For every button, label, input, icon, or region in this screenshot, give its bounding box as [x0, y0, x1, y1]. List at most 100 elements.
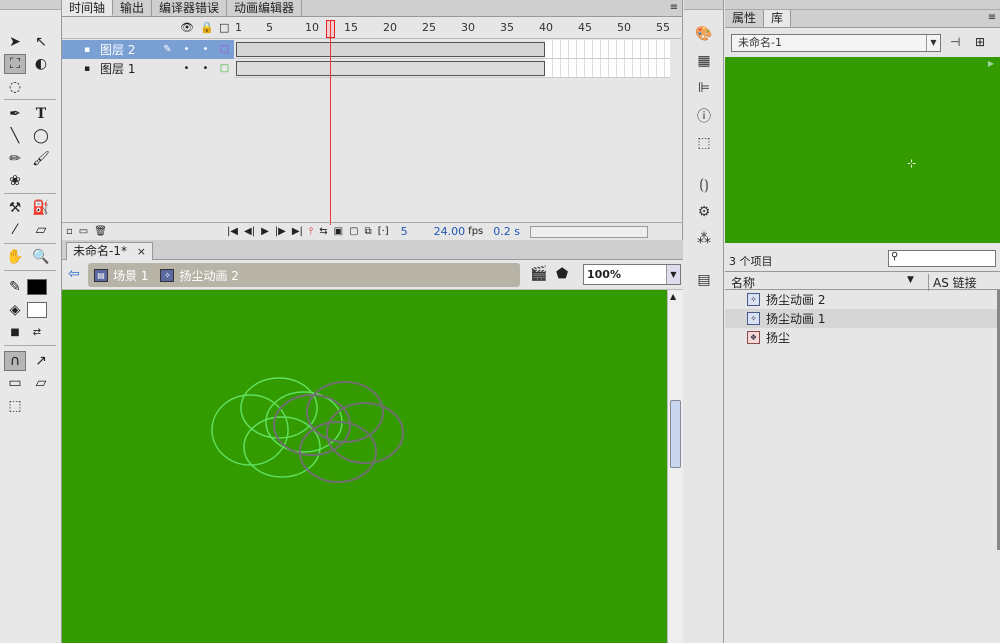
new-library-panel-icon[interactable]: ⊞ — [975, 35, 985, 49]
rotate-skew-icon[interactable]: ▱ — [30, 373, 52, 393]
edit-multiple-icon[interactable]: ⧉ — [365, 226, 372, 237]
actions-panel-icon[interactable]: ⟮⟯ — [694, 175, 714, 195]
panel-menu-icon[interactable]: ≡ — [666, 0, 682, 16]
tab-output[interactable]: 输出 — [113, 0, 153, 16]
fill-color-icon[interactable]: ◈ — [4, 300, 26, 320]
lock-toggle[interactable]: • — [196, 44, 215, 55]
bone-tool-icon[interactable]: ⚒ — [4, 198, 26, 218]
tab-compiler-errors[interactable]: 编译器错误 — [152, 0, 228, 16]
outline-toggle[interactable]: □ — [215, 44, 234, 55]
tab-properties[interactable]: 属性 — [725, 10, 765, 27]
lasso-tool-icon[interactable]: ◌ — [4, 77, 26, 97]
tab-library[interactable]: 库 — [764, 10, 792, 27]
panel-menu-icon[interactable]: ≡ — [984, 10, 1000, 27]
edit-scene-icon[interactable]: 🎬 — [530, 266, 547, 282]
preview-play-icon[interactable]: ▶ — [988, 59, 994, 68]
library-search-input[interactable]: ⚲ — [888, 250, 996, 267]
onion-skin-icon[interactable]: ▣ — [334, 226, 343, 237]
stage-canvas[interactable] — [62, 290, 667, 643]
layer-row[interactable]: ▪ 图层 2 ✎ • • □ — [62, 40, 234, 59]
stage-artwork[interactable] — [62, 290, 667, 643]
smooth-icon[interactable]: ↗ — [30, 351, 52, 371]
deco-tool-icon[interactable]: ❀ — [4, 171, 26, 191]
new-folder-icon[interactable]: ▭ — [79, 226, 88, 237]
first-frame-icon[interactable]: |◀ — [227, 226, 238, 237]
zoom-select[interactable]: 100% ▼ — [583, 264, 681, 285]
stage-vscroll[interactable]: ▲ — [667, 290, 683, 643]
document-tab[interactable]: 未命名-1* × — [66, 242, 154, 260]
list-item[interactable]: ✧ 扬尘动画 2 — [725, 290, 1000, 309]
next-frame-icon[interactable]: |▶ — [275, 226, 286, 237]
timeline-hscroll[interactable] — [529, 225, 648, 238]
tab-timeline[interactable]: 时间轴 — [62, 0, 114, 16]
center-frame-icon[interactable]: ⫯ — [309, 226, 313, 237]
eyedropper-tool-icon[interactable]: ⁄ — [4, 220, 26, 240]
edit-symbols-icon[interactable]: ⬟ — [556, 266, 568, 282]
layer-name[interactable]: 图层 1 — [100, 60, 158, 77]
empty-frames[interactable] — [545, 59, 670, 77]
hand-tool-icon[interactable]: ✋ — [4, 247, 26, 267]
info-panel-icon[interactable]: ⓘ — [694, 106, 714, 126]
back-arrow-icon[interactable]: ⇦ — [68, 266, 80, 282]
library-panel-icon[interactable]: ▤ — [694, 270, 714, 290]
pin-library-icon[interactable]: ⊣ — [950, 35, 960, 49]
panel-grip[interactable] — [725, 0, 1000, 10]
panel-grip[interactable] — [684, 0, 723, 10]
onion-outlines-icon[interactable]: ▢ — [349, 226, 358, 237]
visibility-toggle[interactable]: • — [177, 63, 196, 74]
empty-frames[interactable] — [545, 40, 670, 58]
play-icon[interactable]: ▶ — [261, 226, 269, 237]
list-item[interactable]: ✧ 扬尘动画 1 — [725, 309, 1000, 328]
default-colors-icon[interactable]: ■ — [4, 322, 26, 342]
brush-tool-icon[interactable]: 🖌 — [30, 149, 52, 169]
eraser-tool-icon[interactable]: ▱ — [30, 220, 52, 240]
zoom-tool-icon[interactable]: 🔍 — [30, 247, 52, 267]
frame-span[interactable] — [236, 42, 545, 57]
oval-tool-icon[interactable]: ◯ — [30, 126, 52, 146]
panel-grip[interactable] — [0, 0, 61, 10]
breadcrumb-symbol[interactable]: 扬尘动画 2 — [179, 267, 238, 284]
lock-icon[interactable]: 🔒 — [200, 21, 214, 34]
column-linkage[interactable]: AS 链接 — [928, 274, 977, 291]
motion-presets-icon[interactable]: ⁂ — [694, 229, 714, 249]
prev-frame-icon[interactable]: ◀| — [244, 226, 255, 237]
scroll-thumb[interactable] — [670, 400, 681, 468]
visibility-toggle[interactable]: • — [177, 44, 196, 55]
outline-toggle[interactable]: □ — [215, 63, 234, 74]
loop-icon[interactable]: ⇆ — [319, 226, 327, 237]
transform-panel-icon[interactable]: ⬚ — [694, 133, 714, 153]
sort-arrow-icon[interactable]: ▼ — [907, 275, 914, 285]
scale-icon[interactable]: ⬚ — [4, 396, 26, 416]
last-frame-icon[interactable]: ▶| — [292, 226, 303, 237]
column-name[interactable]: 名称 — [731, 274, 755, 291]
color-panel-icon[interactable]: 🎨 — [694, 24, 714, 44]
selection-tool-icon[interactable]: ➤ — [4, 32, 26, 52]
breadcrumb-scene[interactable]: 场景 1 — [113, 267, 148, 284]
chevron-down-icon[interactable]: ▼ — [666, 265, 680, 284]
scroll-up-icon[interactable]: ▲ — [670, 292, 676, 301]
fill-color-swatch[interactable] — [27, 302, 47, 318]
frame-span[interactable] — [236, 61, 545, 76]
modify-markers-icon[interactable]: [·] — [378, 226, 389, 237]
chevron-down-icon[interactable]: ▼ — [926, 35, 940, 51]
frame-rate[interactable]: 24.00 — [434, 225, 466, 238]
current-frame[interactable]: 5 — [401, 225, 408, 238]
new-layer-icon[interactable]: ▫ — [66, 226, 73, 237]
layer-frames[interactable] — [234, 59, 670, 78]
paint-bucket-tool-icon[interactable]: ⛽ — [30, 198, 52, 218]
swap-colors-icon[interactable]: ⇄ — [26, 322, 48, 342]
components-panel-icon[interactable]: ⚙ — [694, 202, 714, 222]
snap-to-objects-icon[interactable]: ∩ — [4, 351, 26, 371]
close-icon[interactable]: × — [137, 245, 146, 258]
text-tool-icon[interactable]: T — [30, 104, 52, 124]
layer-frames[interactable] — [234, 40, 670, 59]
line-tool-icon[interactable]: ╲ — [4, 126, 26, 146]
library-document-select[interactable]: 未命名-1 ▼ — [731, 34, 941, 52]
layer-name[interactable]: 图层 2 — [100, 41, 158, 58]
pen-tool-icon[interactable]: ✒ — [4, 104, 26, 124]
layer-row[interactable]: ▪ 图层 1 • • □ — [62, 59, 234, 78]
playhead[interactable] — [330, 20, 331, 225]
swatches-panel-icon[interactable]: ▦ — [694, 51, 714, 71]
stroke-color-icon[interactable]: ✎ — [4, 277, 26, 297]
3d-rotation-tool-icon[interactable]: ◐ — [30, 54, 52, 74]
